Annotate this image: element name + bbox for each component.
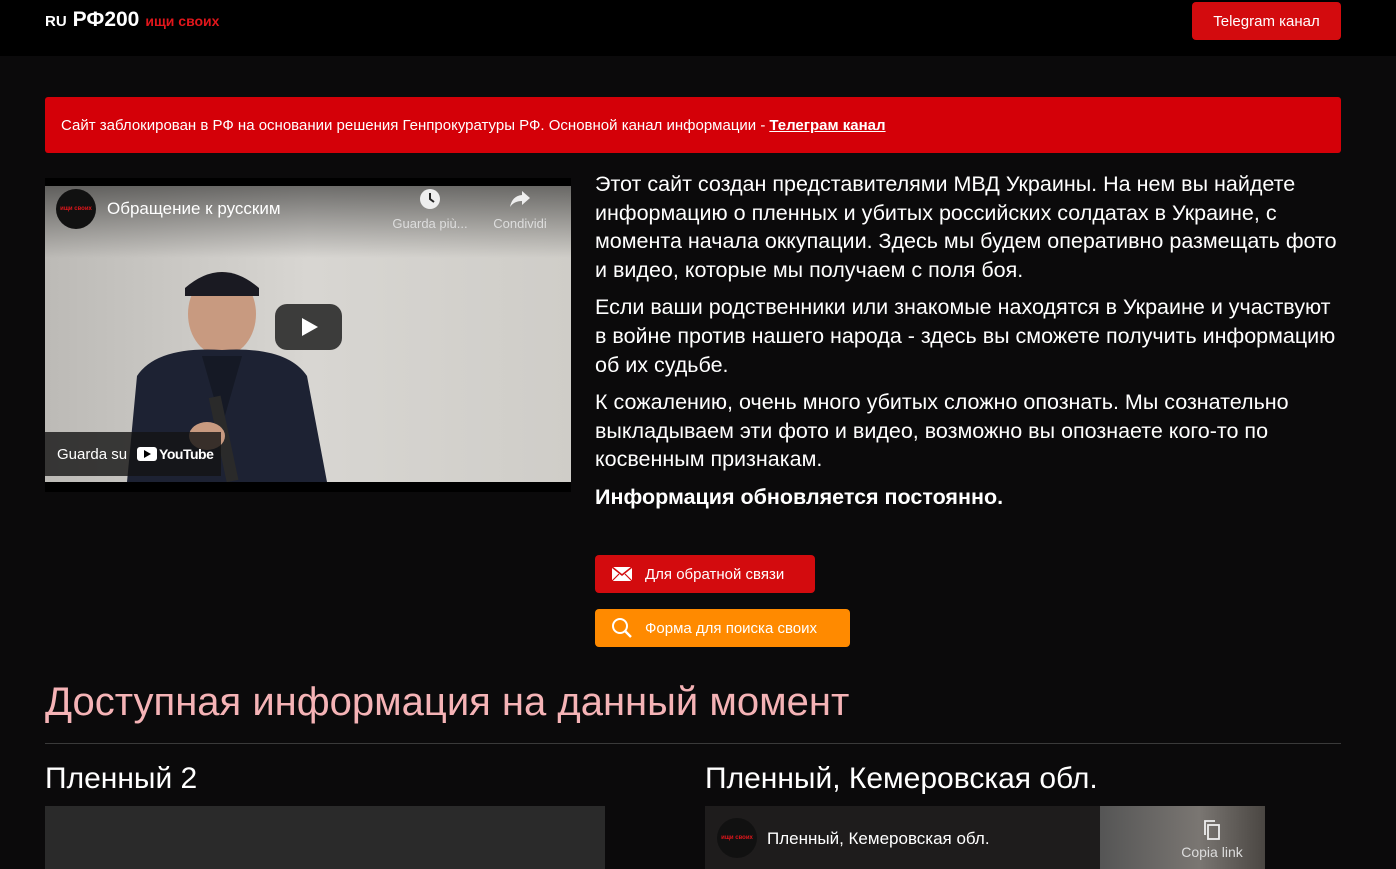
logo-ru: RU bbox=[45, 13, 67, 30]
share-label: Condividi bbox=[493, 216, 547, 231]
feedback-button[interactable]: Для обратной связи bbox=[595, 555, 815, 593]
clock-icon bbox=[420, 189, 440, 209]
feedback-label: Для обратной связи bbox=[645, 565, 785, 583]
channel-avatar[interactable]: ищи своих bbox=[56, 189, 96, 229]
copy-link-button[interactable]: Copia link bbox=[1175, 820, 1249, 860]
search-form-button[interactable]: Форма для поиска своих bbox=[595, 609, 850, 647]
youtube-logo-text: YouTube bbox=[159, 446, 214, 462]
telegram-channel-button[interactable]: Telegram канал bbox=[1192, 2, 1341, 40]
search-form-label: Форма для поиска своих bbox=[645, 619, 817, 637]
card-title-1[interactable]: Пленный 2 bbox=[45, 762, 197, 796]
youtube-embed[interactable]: ищи своих Обращение к русским Guarda più… bbox=[45, 178, 571, 492]
card-video-2[interactable]: ищи своих Пленный, Кемеровская обл. Copi… bbox=[705, 806, 1265, 869]
intro-paragraph-1: Этот сайт создан представителями МВД Укр… bbox=[595, 172, 1337, 282]
card-title-2[interactable]: Пленный, Кемеровская обл. bbox=[705, 762, 1098, 796]
section-title: Доступная информация на данный момент bbox=[45, 680, 850, 724]
share-icon bbox=[510, 191, 530, 207]
logo-main: РФ200 bbox=[72, 8, 140, 31]
intro-text: Этот сайт создан представителями МВД Укр… bbox=[595, 170, 1345, 521]
copy-link-label: Copia link bbox=[1181, 844, 1243, 860]
alert-text: Сайт заблокирован в РФ на основании реше… bbox=[61, 116, 766, 134]
card-video-2-channel-avatar[interactable]: ищи своих bbox=[717, 818, 757, 858]
blocked-alert: Сайт заблокирован в РФ на основании реше… bbox=[45, 97, 1341, 153]
top-navbar: RU РФ200 ищи своих Telegram канал bbox=[0, 0, 1396, 56]
alert-telegram-link[interactable]: Телеграм канал bbox=[769, 117, 885, 134]
intro-paragraph-3: К сожалению, очень много убитых сложно о… bbox=[595, 390, 1289, 472]
watch-on-youtube[interactable]: Guarda su YouTube bbox=[45, 432, 221, 476]
youtube-logo-icon: YouTube bbox=[137, 446, 214, 462]
play-button[interactable] bbox=[275, 304, 342, 350]
search-icon bbox=[612, 618, 632, 638]
video-title[interactable]: Обращение к русским bbox=[107, 199, 281, 219]
section-divider bbox=[45, 743, 1341, 744]
watch-later-button[interactable]: Guarda più... bbox=[385, 188, 475, 231]
play-icon bbox=[301, 318, 318, 336]
share-button[interactable]: Condividi bbox=[475, 188, 565, 231]
logo-tagline: ищи своих bbox=[145, 13, 220, 29]
intro-paragraph-4: Информация обновляется постоянно. bbox=[595, 484, 1004, 509]
site-logo[interactable]: RU РФ200 ищи своих bbox=[45, 8, 219, 32]
card-video-1[interactable] bbox=[45, 806, 605, 869]
watch-on-label: Guarda su bbox=[57, 445, 128, 463]
card-video-2-title[interactable]: Пленный, Кемеровская обл. bbox=[767, 829, 990, 849]
watch-later-label: Guarda più... bbox=[392, 216, 468, 231]
intro-paragraph-2: Если ваши родственники или знакомые нахо… bbox=[595, 295, 1336, 377]
copy-icon bbox=[1204, 820, 1220, 840]
envelope-icon bbox=[611, 566, 633, 582]
